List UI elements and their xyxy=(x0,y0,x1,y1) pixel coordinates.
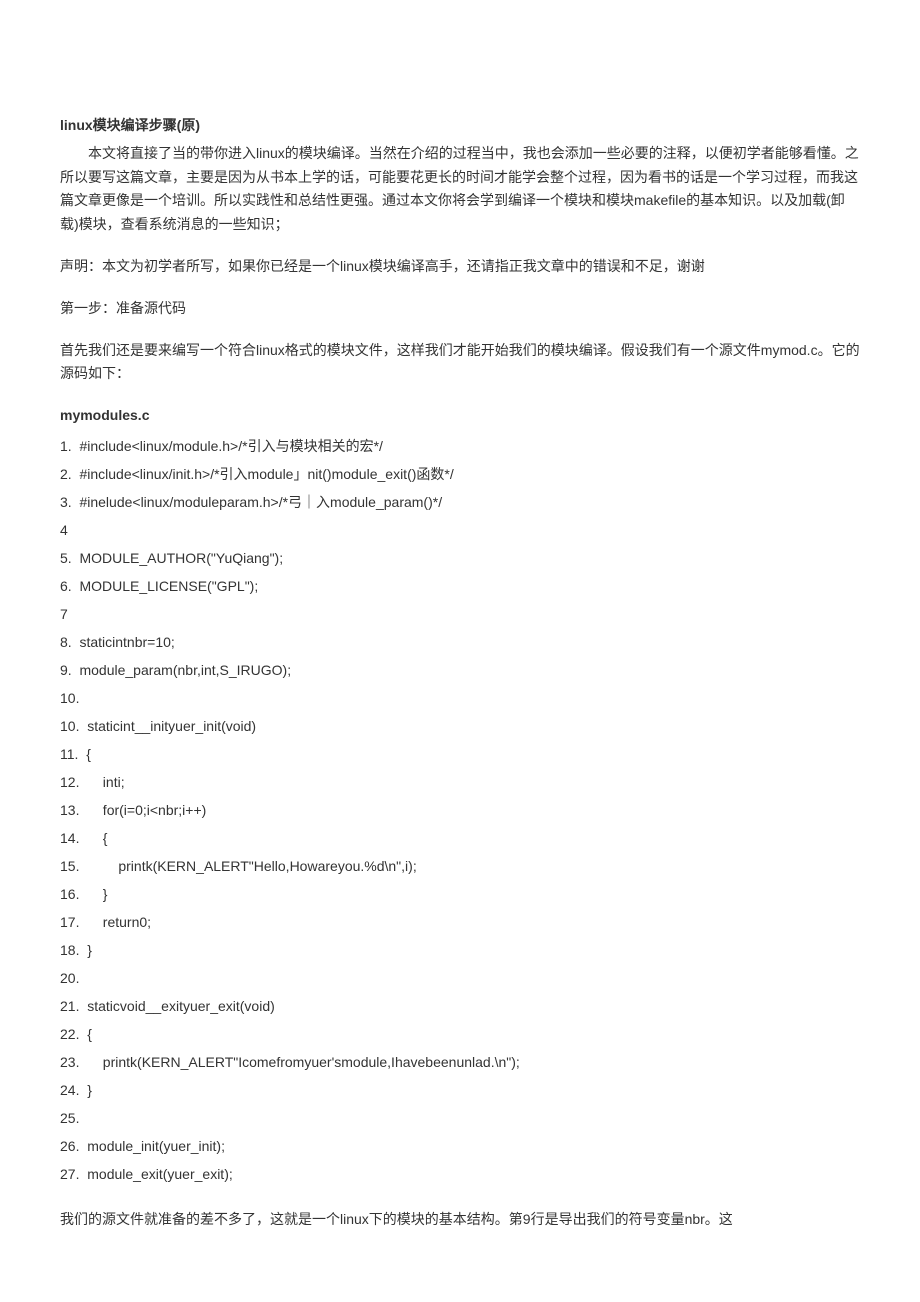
code-line: 20. xyxy=(60,964,860,992)
code-line: 18. } xyxy=(60,936,860,964)
code-line: 7 xyxy=(60,600,860,628)
code-line: 9. module_param(nbr,int,S_IRUGO); xyxy=(60,656,860,684)
step1-heading: 第一步：准备源代码 xyxy=(60,297,860,321)
code-line: 13. for(i=0;i<nbr;i++) xyxy=(60,796,860,824)
code-line: 14. { xyxy=(60,824,860,852)
code-line: 25. xyxy=(60,1104,860,1132)
code-line: 10. staticint__inityuer_init(void) xyxy=(60,712,860,740)
code-line: 11. { xyxy=(60,740,860,768)
code-line: 15. printk(KERN_ALERT"Hello,Howareyou.%d… xyxy=(60,852,860,880)
code-line: 10. xyxy=(60,684,860,712)
disclaimer-paragraph: 声明：本文为初学者所写，如果你已经是一个linux模块编译高手，还请指正我文章中… xyxy=(60,255,860,279)
code-line: 23. printk(KERN_ALERT"Icomefromyuer'smod… xyxy=(60,1048,860,1076)
intro-paragraph: 本文将直接了当的带你进入linux的模块编译。当然在介绍的过程当中，我也会添加一… xyxy=(60,142,860,237)
code-line: 27. module_exit(yuer_exit); xyxy=(60,1160,860,1188)
code-line: 17. return0; xyxy=(60,908,860,936)
code-line: 16. } xyxy=(60,880,860,908)
code-line: 21. staticvoid__exityuer_exit(void) xyxy=(60,992,860,1020)
document-page: linux模块编译步骤(原) 本文将直接了当的带你进入linux的模块编译。当然… xyxy=(0,0,920,1290)
code-line: 6. MODULE_LICENSE("GPL"); xyxy=(60,572,860,600)
code-line: 1. #include<linux/module.h>/*引入与模块相关的宏*/ xyxy=(60,432,860,460)
code-block: 1. #include<linux/module.h>/*引入与模块相关的宏*/… xyxy=(60,432,860,1188)
code-line: 22. { xyxy=(60,1020,860,1048)
code-line: 2. #include<linux/init.h>/*引入module」nit(… xyxy=(60,460,860,488)
step1-paragraph: 首先我们还是要来编写一个符合linux格式的模块文件，这样我们才能开始我们的模块… xyxy=(60,339,860,387)
code-line: 24. } xyxy=(60,1076,860,1104)
code-line: 8. staticintnbr=10; xyxy=(60,628,860,656)
code-filename: mymodules.c xyxy=(60,404,860,428)
code-line: 5. MODULE_AUTHOR("YuQiang"); xyxy=(60,544,860,572)
code-line: 4 xyxy=(60,516,860,544)
code-line: 26. module_init(yuer_init); xyxy=(60,1132,860,1160)
closing-paragraph: 我们的源文件就准备的差不多了，这就是一个linux下的模块的基本结构。第9行是导… xyxy=(60,1208,860,1232)
code-line: 12. inti; xyxy=(60,768,860,796)
page-title: linux模块编译步骤(原) xyxy=(60,114,860,138)
code-line: 3. #inelude<linux/moduleparam.h>/*弓｜入mod… xyxy=(60,488,860,516)
